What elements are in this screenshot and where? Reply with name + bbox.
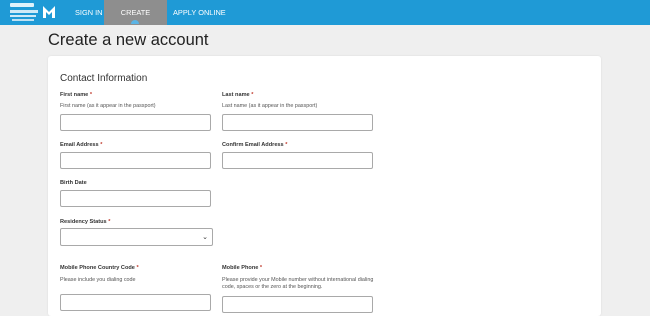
birth-date-label: Birth Date: [60, 180, 87, 186]
nav-apply-online[interactable]: APPLY ONLINE: [173, 0, 226, 25]
residency-status-label: Residency Status *: [60, 219, 111, 225]
account-form-panel: Contact Information First name * First n…: [48, 56, 601, 316]
residency-status-select[interactable]: ⌄: [60, 228, 213, 246]
nav-sign-in[interactable]: SIGN IN: [75, 0, 103, 25]
last-name-label: Last name *: [222, 92, 254, 98]
required-mark: *: [136, 265, 139, 271]
required-mark: *: [285, 142, 288, 148]
section-title-contact-information: Contact Information: [60, 73, 148, 84]
country-code-input[interactable]: [60, 294, 211, 311]
country-code-label: Mobile Phone Country Code *: [60, 265, 139, 271]
chevron-down-icon: ⌄: [202, 234, 208, 241]
email-label: Email Address *: [60, 142, 103, 148]
birth-date-input[interactable]: [60, 190, 211, 207]
first-name-label: First name *: [60, 92, 93, 98]
first-name-input[interactable]: [60, 114, 211, 131]
mobile-phone-input[interactable]: [222, 296, 373, 313]
mobile-phone-label: Mobile Phone *: [222, 265, 263, 271]
confirm-email-label: Confirm Email Address *: [222, 142, 288, 148]
required-mark: *: [100, 142, 103, 148]
first-name-hint: First name (as it appear in the passport…: [60, 103, 156, 109]
required-mark: *: [89, 92, 93, 98]
page-title: Create a new account: [48, 31, 209, 49]
top-navigation-bar: SIGN IN CREATE ACCOUNT APPLY ONLINE: [0, 0, 650, 42]
confirm-email-input[interactable]: [222, 152, 373, 169]
required-mark: *: [251, 92, 254, 98]
last-name-input[interactable]: [222, 114, 373, 131]
last-name-hint: Last name (as it appear in the passport): [222, 103, 318, 109]
required-mark: *: [108, 219, 111, 225]
active-tab-indicator: [131, 20, 139, 24]
university-logo[interactable]: [10, 3, 62, 22]
mobile-phone-hint: Please provide your Mobile number withou…: [222, 277, 374, 290]
required-mark: *: [259, 265, 263, 271]
country-code-hint: Please include you dialing code: [60, 277, 136, 283]
logo-emblem-icon: [42, 4, 56, 19]
email-input[interactable]: [60, 152, 211, 169]
